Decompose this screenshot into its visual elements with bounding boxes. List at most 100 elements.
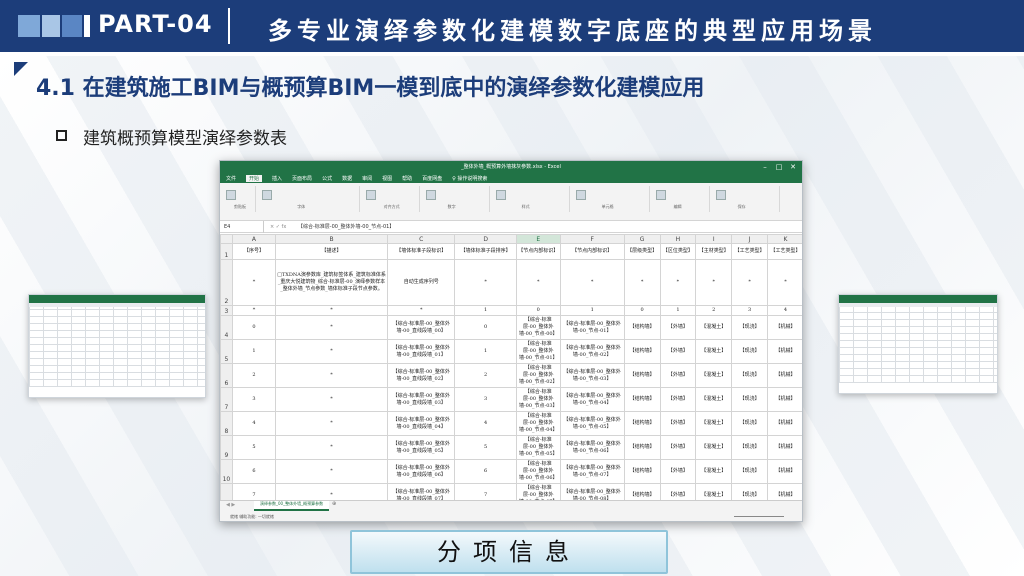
cell[interactable]: 【综合-标准层-00_整体外墙-00_直线段墙_06】	[386, 459, 456, 484]
column-header[interactable]: E	[515, 234, 561, 244]
column-header[interactable]: F	[559, 234, 625, 244]
section-info-button[interactable]: 分项信息	[350, 530, 668, 574]
cell[interactable]: 【现浇】	[731, 459, 769, 484]
cell[interactable]: 【综合-标准层-00_整体外墙-00_节点-03】	[559, 363, 625, 388]
cell[interactable]: 【混凝土】	[695, 459, 733, 484]
cell[interactable]: 【结构墙】	[623, 387, 661, 412]
formula-input[interactable]: 【综合-标准层-00_整体外墙-00_节点-01】	[298, 221, 394, 233]
row-header[interactable]: 5	[220, 339, 233, 364]
ribbon-tab[interactable]: 百度网盘	[422, 175, 442, 182]
ribbon-button-icon[interactable]	[716, 190, 726, 200]
column-header[interactable]: D	[454, 234, 517, 244]
cell[interactable]: 1	[559, 305, 625, 316]
cell[interactable]: 【节点内部标识】	[559, 243, 625, 260]
ribbon-tab[interactable]: 公式	[322, 175, 332, 182]
corner-cell[interactable]	[220, 234, 233, 244]
cell[interactable]: 6	[454, 459, 517, 484]
cell[interactable]: 【机械】	[767, 363, 802, 388]
cell[interactable]: 【主材类型】	[695, 243, 733, 260]
cell[interactable]: 【结构墙】	[623, 459, 661, 484]
row-header[interactable]: 1	[220, 243, 233, 260]
cell[interactable]: *	[231, 305, 277, 316]
cell[interactable]: 【现浇】	[731, 363, 769, 388]
cell[interactable]: *	[275, 363, 388, 388]
cell[interactable]: *	[231, 259, 277, 306]
cell[interactable]: 【综合-标准层-00_整体外墙-00_节点-06】	[559, 435, 625, 460]
column-header[interactable]: G	[623, 234, 661, 244]
excel-window[interactable]: _整体外墙_概预算外墙抹灰参数.xlsx - Excel – □ ✕ 文件 开始 插…	[219, 160, 803, 522]
cell[interactable]: 【机械】	[767, 315, 802, 340]
cell[interactable]: *	[454, 259, 517, 306]
ribbon-group[interactable]: 保存	[710, 186, 780, 212]
cell[interactable]: *	[515, 259, 561, 306]
cell[interactable]: 0	[515, 305, 561, 316]
ribbon-tab[interactable]: 帮助	[402, 175, 412, 182]
cell[interactable]: *	[695, 259, 733, 306]
cell[interactable]: 【工艺类型】	[731, 243, 769, 260]
cell[interactable]: 【外墙】	[659, 387, 697, 412]
ribbon-tab[interactable]: 插入	[272, 175, 282, 182]
cell[interactable]: 【结构墙】	[623, 363, 661, 388]
column-header[interactable]: J	[731, 234, 769, 244]
spreadsheet-grid[interactable]: A B C D E F G H I J K 1 【序号】 【描述】 【墙体标准子段标识】 【墙体标准子段排序】…	[220, 234, 802, 512]
cell[interactable]: 【结构墙】	[623, 339, 661, 364]
ribbon-group[interactable]: 数字	[420, 186, 490, 212]
cell[interactable]: 【综合-标准层-00_整体外墙-00_节点-04】	[515, 411, 561, 436]
minimize-icon[interactable]: –	[758, 161, 772, 173]
cell[interactable]: 5	[454, 435, 517, 460]
cell[interactable]: *	[623, 259, 661, 306]
sheet-nav-icon[interactable]: ◀ ▶	[226, 502, 235, 508]
cell[interactable]: 【序号】	[231, 243, 277, 260]
cell[interactable]: 3	[231, 387, 277, 412]
right-thumbnail[interactable]	[838, 294, 998, 394]
cell[interactable]: 3	[454, 387, 517, 412]
cell[interactable]: *	[659, 259, 697, 306]
cell[interactable]: 2	[454, 363, 517, 388]
ribbon-tab[interactable]: 开始	[246, 174, 263, 182]
cell[interactable]: 【综合-标准层-00_整体外墙-00_节点-03】	[515, 387, 561, 412]
ribbon-group[interactable]: 单元格	[570, 186, 650, 212]
row-header[interactable]: 10	[220, 459, 233, 484]
cell[interactable]: 1	[231, 339, 277, 364]
cell[interactable]: 【外墙】	[659, 435, 697, 460]
ribbon-group[interactable]: 剪贴板	[220, 186, 256, 212]
cell[interactable]: 1	[454, 305, 517, 316]
cell[interactable]: 【节点内部标识】	[515, 243, 561, 260]
cell[interactable]: 【外墙】	[659, 315, 697, 340]
cell[interactable]: 【综合-标准层-00_整体外墙-00_节点-01】	[559, 315, 625, 340]
ribbon-tab[interactable]: 视图	[382, 175, 392, 182]
ribbon-tab[interactable]: 审阅	[362, 175, 372, 182]
ribbon-group[interactable]: 样式	[490, 186, 570, 212]
cell[interactable]: 【结构墙】	[623, 435, 661, 460]
cell[interactable]: 【综合-标准层-00_整体外墙-00_直线段墙_04】	[386, 411, 456, 436]
cell[interactable]: 1	[659, 305, 697, 316]
cell[interactable]: 【墙体标准子段排序】	[454, 243, 517, 260]
row-header[interactable]: 6	[220, 363, 233, 388]
cell[interactable]: 2	[231, 363, 277, 388]
cell[interactable]: 【综合-标准层-00_整体外墙-00_节点-02】	[559, 339, 625, 364]
close-icon[interactable]: ✕	[786, 161, 800, 173]
cell[interactable]: 【混凝土】	[695, 363, 733, 388]
cell[interactable]: 【综合-标准层-00_整体外墙-00_节点-05】	[515, 435, 561, 460]
cell[interactable]: 【机械】	[767, 387, 802, 412]
cell[interactable]: 【墙体标准子段标识】	[386, 243, 456, 260]
ribbon-tab[interactable]: 数据	[342, 175, 352, 182]
cell[interactable]: 【层级类型】	[623, 243, 661, 260]
cell[interactable]: 【外墙】	[659, 411, 697, 436]
add-sheet-icon[interactable]: ⊕	[332, 501, 336, 507]
cell[interactable]: 【机械】	[767, 435, 802, 460]
ribbon-button-icon[interactable]	[496, 190, 506, 200]
cell[interactable]: 【综合-标准层-00_整体外墙-00_节点-06】	[515, 459, 561, 484]
cell[interactable]: 【现浇】	[731, 435, 769, 460]
cell[interactable]: 【描述】	[275, 243, 388, 260]
cell[interactable]: 【综合-标准层-00_整体外墙-00_节点-02】	[515, 363, 561, 388]
cell[interactable]: 5	[231, 435, 277, 460]
cell[interactable]: 【混凝土】	[695, 411, 733, 436]
cell[interactable]: *	[275, 459, 388, 484]
cell[interactable]: 【现浇】	[731, 411, 769, 436]
cell[interactable]: 【机械】	[767, 459, 802, 484]
cell[interactable]: 【混凝土】	[695, 339, 733, 364]
cell[interactable]: *	[275, 339, 388, 364]
cell[interactable]: 【综合-标准层-00_整体外墙-00_直线段墙_01】	[386, 339, 456, 364]
cell[interactable]: 【综合-标准层-00_整体外墙-00_直线段墙_03】	[386, 387, 456, 412]
